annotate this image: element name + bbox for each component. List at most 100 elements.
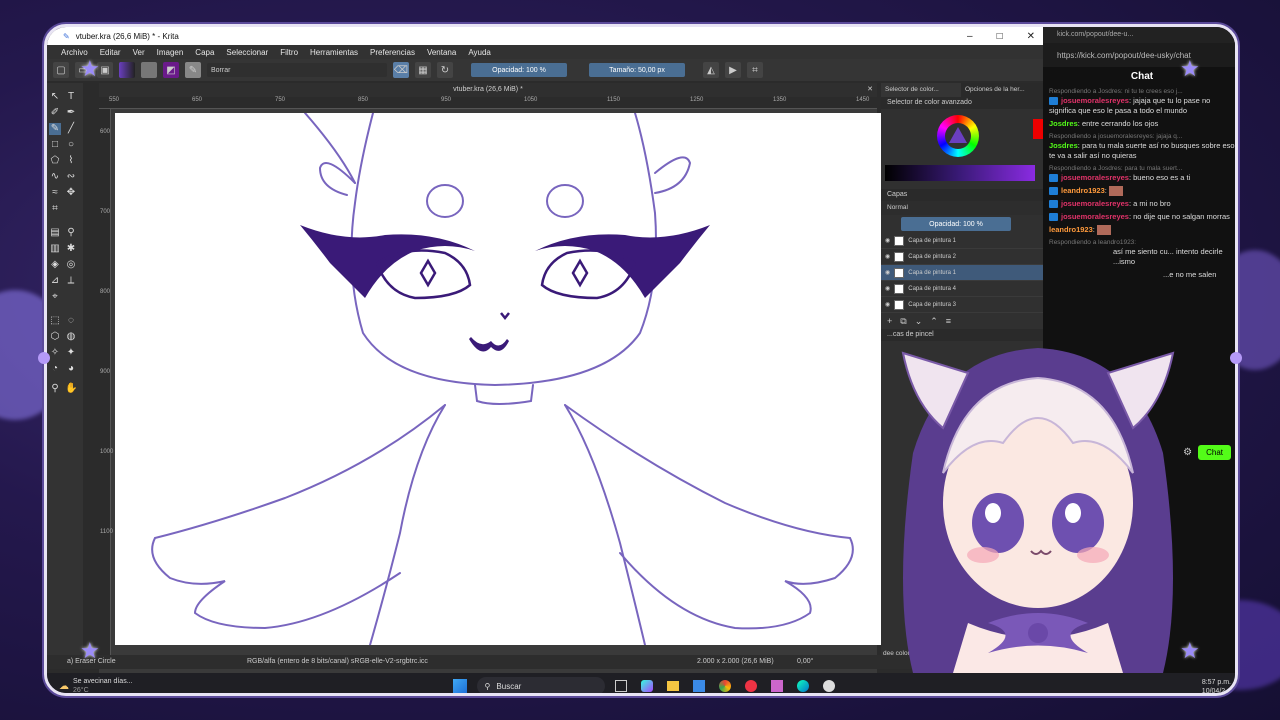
layer-menu-icon[interactable]: ≡: [946, 316, 951, 326]
tab-color-selector[interactable]: Selector de color...: [881, 83, 961, 97]
color-gradient-bar[interactable]: [885, 165, 1035, 181]
chat-username[interactable]: Josdres: [1049, 141, 1078, 150]
move-layer-up-icon[interactable]: ⌃: [930, 316, 938, 327]
chat-username[interactable]: josuemoralesreyes: [1061, 199, 1129, 208]
polygon-tool-icon[interactable]: ⬠: [49, 155, 61, 167]
opacity-slider[interactable]: Opacidad: 100 %: [471, 63, 567, 77]
crop-icon[interactable]: ⌗: [747, 62, 763, 78]
rectangle-tool-icon[interactable]: □: [49, 139, 61, 151]
brush-preset-name[interactable]: Borrar: [207, 63, 387, 77]
file-explorer-icon[interactable]: [666, 681, 679, 691]
move-layer-down-icon[interactable]: ⌄: [915, 316, 923, 327]
weather-widget[interactable]: Se avecinan días... 26°C: [73, 677, 133, 693]
measure-tool-icon[interactable]: ⟂: [65, 275, 77, 287]
menu-preferencias[interactable]: Preferencias: [370, 48, 415, 57]
color-wheel[interactable]: [937, 115, 979, 157]
eraser-mode-icon[interactable]: ⌫: [393, 62, 409, 78]
copilot-icon[interactable]: [640, 680, 653, 692]
colorize-mask-icon[interactable]: ▥: [49, 243, 61, 255]
visibility-icon[interactable]: ◉: [885, 301, 890, 308]
alpha-lock-icon[interactable]: ▦: [415, 62, 431, 78]
ellipse-select-icon[interactable]: ◌: [65, 315, 77, 327]
task-view-icon[interactable]: [614, 680, 627, 692]
pan-tool-icon[interactable]: ✋: [65, 383, 77, 395]
color-picker-icon[interactable]: ⚲: [65, 227, 77, 239]
store-icon[interactable]: [692, 680, 705, 692]
rect-select-icon[interactable]: ⬚: [49, 315, 61, 327]
bezier-select-icon[interactable]: ◔: [49, 363, 61, 375]
new-document-icon[interactable]: ▢: [53, 62, 69, 78]
maximize-icon[interactable]: □: [997, 31, 1003, 42]
brush-preset-icon[interactable]: ✎: [185, 62, 201, 78]
gradient-icon[interactable]: [119, 62, 135, 78]
similar-select-icon[interactable]: ✦: [65, 347, 77, 359]
chat-username[interactable]: josuemoralesreyes: [1061, 173, 1129, 182]
polyline-tool-icon[interactable]: ⌇: [65, 155, 77, 167]
assistant-tool-icon[interactable]: ⊿: [49, 275, 61, 287]
layer-opacity-slider[interactable]: Opacidad: 100 %: [901, 217, 1011, 231]
chat-send-button[interactable]: Chat: [1198, 445, 1231, 460]
menu-capa[interactable]: Capa: [195, 48, 214, 57]
mirror-vertical-icon[interactable]: ▶: [725, 62, 741, 78]
layer-row[interactable]: ◉ Capa de pintura 1: [881, 233, 1045, 249]
chat-username[interactable]: leandro1923: [1049, 225, 1093, 234]
bezier-tool-icon[interactable]: ∿: [49, 171, 61, 183]
menu-herramientas[interactable]: Herramientas: [310, 48, 358, 57]
line-tool-icon[interactable]: ╱: [65, 123, 77, 135]
visibility-icon[interactable]: ◉: [885, 285, 890, 292]
tab-tool-options[interactable]: Opciones de la her...: [961, 83, 1041, 97]
menu-ventana[interactable]: Ventana: [427, 48, 456, 57]
magnetic-select-icon[interactable]: ◕: [65, 363, 77, 375]
color-swap-icon[interactable]: ◩: [163, 62, 179, 78]
clock[interactable]: 8:57 p.m. 10/04/2...: [1202, 678, 1231, 693]
document-tab[interactable]: vtuber.kra (26,6 MiB) * ✕: [99, 83, 877, 97]
layer-row[interactable]: ◉ Capa de pintura 3: [881, 297, 1045, 313]
fill-tool-icon[interactable]: ◈: [49, 259, 61, 271]
freehand-brush-icon[interactable]: ✎: [49, 123, 61, 135]
pattern-icon[interactable]: [141, 62, 157, 78]
mirror-horizontal-icon[interactable]: ◭: [703, 62, 719, 78]
menu-imagen[interactable]: Imagen: [157, 48, 184, 57]
polygon-select-icon[interactable]: ⬡: [49, 331, 61, 343]
drawing-canvas[interactable]: [115, 113, 883, 645]
add-layer-icon[interactable]: +: [887, 316, 892, 326]
visibility-icon[interactable]: ◉: [885, 253, 890, 260]
chat-username[interactable]: Josdres: [1049, 119, 1078, 128]
chat-url-bar[interactable]: https://kick.com/popout/dee-usky/chat: [1043, 43, 1235, 67]
smart-patch-icon[interactable]: ✱: [65, 243, 77, 255]
krita-taskbar-icon[interactable]: [770, 680, 783, 692]
obs-icon[interactable]: [822, 680, 835, 692]
chat-tab[interactable]: kick.com/popout/dee-u...: [1043, 27, 1235, 43]
size-slider[interactable]: Tamaño: 50,00 px: [589, 63, 685, 77]
taskbar-search[interactable]: ⚲ Buscar: [476, 677, 605, 693]
edge-icon[interactable]: [796, 680, 809, 692]
app-icon[interactable]: [744, 680, 757, 692]
windows-start-icon[interactable]: [452, 679, 467, 693]
zoom-tool-icon[interactable]: ⚲: [49, 383, 61, 395]
duplicate-layer-icon[interactable]: ⧉: [900, 316, 906, 327]
enclose-fill-icon[interactable]: ◎: [65, 259, 77, 271]
chat-username[interactable]: leandro1923: [1061, 186, 1105, 195]
close-icon[interactable]: ✕: [1027, 31, 1035, 42]
visibility-icon[interactable]: ◉: [885, 269, 890, 276]
edit-shapes-icon[interactable]: ✐: [49, 107, 61, 119]
move-tool-icon[interactable]: ✥: [65, 187, 77, 199]
reference-tool-icon[interactable]: ⌖: [49, 291, 61, 303]
crop-tool-icon[interactable]: ⌗: [49, 203, 61, 215]
dynamic-brush-icon[interactable]: ≈: [49, 187, 61, 199]
menu-editar[interactable]: Editar: [100, 48, 121, 57]
menu-filtro[interactable]: Filtro: [280, 48, 298, 57]
reload-preset-icon[interactable]: ↻: [437, 62, 453, 78]
select-shapes-icon[interactable]: ↖: [49, 91, 61, 103]
contiguous-select-icon[interactable]: ✧: [49, 347, 61, 359]
freehand-path-icon[interactable]: ∾: [65, 171, 77, 183]
blend-mode-select[interactable]: Normal: [881, 201, 1045, 215]
foreground-color-swatch[interactable]: [1033, 119, 1043, 139]
layer-row[interactable]: ◉ Capa de pintura 4: [881, 281, 1045, 297]
text-tool-icon[interactable]: T: [65, 91, 77, 103]
weather-icon[interactable]: ☁: [59, 681, 69, 692]
menu-seleccionar[interactable]: Seleccionar: [226, 48, 268, 57]
calligraphy-icon[interactable]: ✒: [65, 107, 77, 119]
chat-username[interactable]: josuemoralesreyes: [1061, 212, 1129, 221]
chrome-icon[interactable]: [718, 680, 731, 692]
